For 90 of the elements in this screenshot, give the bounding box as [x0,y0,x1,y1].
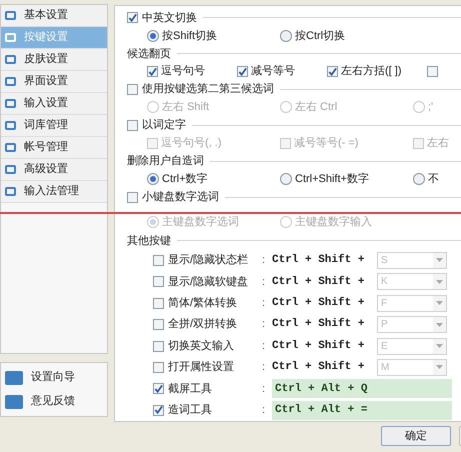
ok-button[interactable]: 确定 [381,426,451,446]
item-icon [5,121,16,130]
sidebar-item[interactable]: 基本设置 [1,5,107,27]
checkbox[interactable] [127,120,138,131]
section-label: 小键盘数字选词 [142,190,219,205]
option-label: ;' [428,100,434,116]
checkbox[interactable] [153,362,164,373]
option-label: 不 [428,172,439,187]
checkbox[interactable] [153,319,164,330]
checkbox[interactable] [153,383,164,394]
checkbox[interactable] [147,66,158,78]
modifier-text: Ctrl + Shift + [272,274,366,290]
modifier-text: Ctrl + Shift + [272,338,366,354]
checkbox[interactable] [153,254,164,266]
option-label: 逗号句号(, .) [161,136,222,152]
section-title: 删除用户自造词 [127,154,204,169]
option-label: 按Shift切换 [162,28,218,44]
colon-text: : [262,274,266,290]
colon-text: : [262,296,266,311]
checkbox[interactable] [327,66,338,78]
modifier-text: Ctrl + Shift + [272,316,366,332]
option-label: 左右 [427,136,449,152]
app-icon [5,394,23,408]
sidebar-item[interactable]: 词库管理 [1,115,107,137]
hotkey-label: 全拼/双拼转换 [168,317,238,332]
option-label: Ctrl+Shift+数字 [295,172,369,187]
item-icon [5,99,16,108]
option-label: 左右方括([ ]) [341,64,402,80]
checkbox[interactable] [153,340,164,352]
app-icon [5,370,23,384]
sidebar-item[interactable]: 输入设置 [1,93,107,115]
checkbox[interactable] [127,84,138,96]
option-label: 主键盘数字选词 [162,214,239,230]
hotkey-label: 造词工具 [168,402,213,418]
sidebar-item[interactable]: 帐号管理 [1,137,107,159]
sidebar-item[interactable]: 高级设置 [1,159,107,181]
colon-text: : [262,382,266,397]
hotkey-label: 切换英文输入 [168,338,235,354]
item-icon [5,11,16,20]
checkbox[interactable] [427,66,438,78]
hotkey-label: 显示/隐藏状态栏 [168,252,250,268]
colon-text: : [262,317,266,332]
item-icon [5,77,16,86]
item-icon [5,55,16,64]
radio-button[interactable] [413,173,425,186]
radio-button[interactable] [147,30,159,42]
hotkey-label: 打开属性设置 [168,360,235,376]
sidebar-link[interactable]: 意见反馈 [1,390,107,412]
sidebar-item[interactable]: 输入法管理 [1,181,107,203]
option-label: 减号等号(- =) [294,136,358,152]
option-label: 逗号句号 [161,64,205,80]
sidebar-link[interactable]: 设置向导 [1,366,107,388]
section-title: 候选翻页 [127,46,171,62]
item-icon [5,165,16,174]
option-label: 左右 Shift [162,100,210,116]
item-icon [5,143,16,152]
modifier-text: Ctrl + Shift + [272,296,366,311]
sidebar-item[interactable]: 皮肤设置 [1,49,107,71]
section-label: 中英文切换 [142,10,197,26]
hotkey-label: 截屏工具 [168,382,213,397]
section-label: 使用按键选第二第三候选词 [142,82,274,98]
item-icon [5,33,16,42]
radio-button[interactable] [147,173,159,186]
sidebar-item[interactable]: 界面设置 [1,71,107,93]
checkbox[interactable] [127,192,138,203]
colon-text: : [262,402,266,418]
colon-text: : [262,338,266,354]
hotkey-label: 简体/繁体转换 [168,296,238,311]
checkbox[interactable] [153,298,164,309]
checkbox[interactable] [153,404,164,416]
colon-text: : [262,253,266,268]
hotkey-label: 显示/隐藏软键盘 [168,274,250,290]
radio-button[interactable] [280,30,292,42]
radio-button[interactable] [280,173,292,186]
shortcut-field[interactable]: Ctrl + Alt + Q [272,379,452,398]
checkbox[interactable] [127,12,138,24]
modifier-text: Ctrl + Shift + [272,360,366,376]
colon-text: : [262,360,266,376]
section-title: 其他按键 [127,234,171,249]
option-label: 按Ctrl切换 [295,28,346,44]
section-label: 以词定字 [142,118,186,134]
option-label: 减号等号 [251,64,295,80]
checkbox[interactable] [237,66,248,78]
option-label: 左右 Ctrl [295,100,338,116]
option-label: 主键盘数字输入 [295,214,372,230]
checkbox[interactable] [153,276,164,288]
shortcut-field[interactable]: Ctrl + Alt + = [272,400,452,420]
modifier-text: Ctrl + Shift + [272,252,366,268]
item-icon [5,187,16,196]
option-label: Ctrl+数字 [162,172,208,187]
